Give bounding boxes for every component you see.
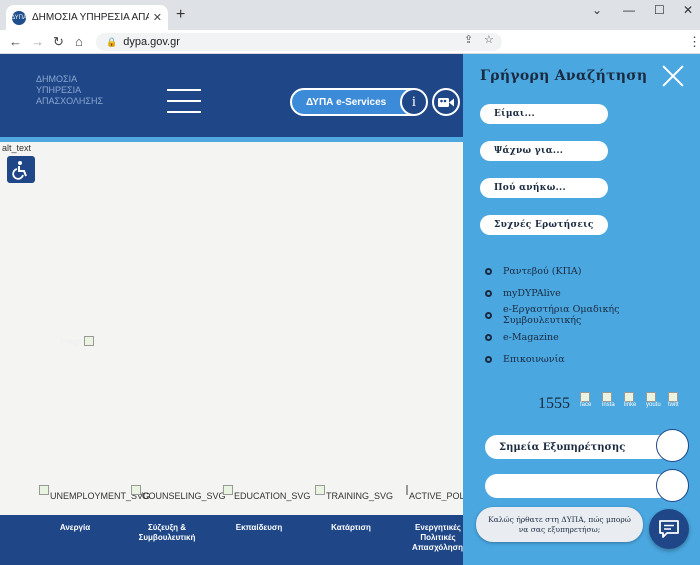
nav-training[interactable]: Κατάρτιση	[316, 523, 386, 533]
broken-image-alt: image	[60, 336, 82, 346]
bullet-icon	[485, 289, 492, 297]
hero-image: alt_text	[2, 143, 32, 153]
new-tab-icon[interactable]: +	[176, 6, 185, 24]
instagram-icon[interactable]: insta	[602, 392, 620, 412]
reload-icon[interactable]: ↻	[53, 34, 64, 50]
phone-number: 1555	[538, 395, 570, 412]
pill-looking-for[interactable]: Ψάχνω για...	[480, 141, 608, 161]
menu-hamburger-icon[interactable]	[167, 89, 201, 117]
bullet-icon	[485, 311, 492, 319]
broken-image-icon	[315, 485, 325, 495]
browser-menu-icon[interactable]: ⋮	[688, 34, 700, 50]
panel-title: Γρήγορη Αναζήτηση	[480, 68, 648, 84]
link-e-magazine[interactable]: e-Magazine	[485, 327, 700, 349]
youtube-icon[interactable]: youtu	[646, 392, 664, 412]
browser-tab[interactable]: ΔΥΠΑ ΔΗΜΟΣΙΑ ΥΠΗΡΕΣΙΑ ΑΠΑΣΧΟΛΗΣΗΣ ✕	[6, 5, 168, 30]
quick-search-input[interactable]	[485, 474, 671, 498]
home-icon[interactable]: ⌂	[75, 34, 83, 49]
header-stripe	[0, 137, 463, 142]
chat-greeting-bubble[interactable]: Καλώς ήρθατε στη ΔΥΠΑ, πώς μπορώ να σας …	[476, 507, 643, 542]
category-education[interactable]: EDUCATION_SVG	[223, 485, 310, 501]
info-icon[interactable]: i	[400, 88, 428, 116]
category-nav: Ανεργία Σύζευξη & Συμβουλευτική Εκπαίδευ…	[0, 515, 464, 565]
nav-counseling[interactable]: Σύζευξη & Συμβουλευτική	[132, 523, 202, 543]
close-tab-icon[interactable]: ✕	[153, 11, 162, 24]
category-counseling[interactable]: COUNSELING_SVG	[131, 485, 226, 501]
video-camera-icon[interactable]	[432, 88, 460, 116]
twitter-icon[interactable]: twitt	[668, 392, 686, 412]
close-window-icon[interactable]: ✕	[683, 3, 693, 17]
site-favicon-icon: ΔΥΠΑ	[11, 10, 27, 25]
facebook-icon[interactable]: face	[580, 392, 598, 412]
browser-tab-bar: ΔΥΠΑ ΔΗΜΟΣΙΑ ΥΠΗΡΕΣΙΑ ΑΠΑΣΧΟΛΗΣΗΣ ✕ + ⌄ …	[0, 0, 700, 30]
broken-image-icon	[39, 485, 49, 495]
minimize-icon[interactable]: —	[623, 3, 635, 17]
tab-title: ΔΗΜΟΣΙΑ ΥΠΗΡΕΣΙΑ ΑΠΑΣΧΟΛΗΣΗΣ	[32, 12, 149, 23]
quick-links: Ραντεβού (ΚΠΑ) myDYPAlive e-Εργαστήρια Ο…	[485, 260, 700, 371]
linkedin-icon[interactable]: linke	[624, 392, 642, 412]
back-icon[interactable]: ←	[9, 34, 22, 49]
accessibility-wheelchair-icon[interactable]	[7, 156, 35, 183]
link-appointment[interactable]: Ραντεβού (ΚΠΑ)	[485, 260, 700, 282]
lock-icon: 🔒	[106, 36, 118, 47]
link-contact[interactable]: Επικοινωνία	[485, 349, 700, 371]
share-icon[interactable]: ⇪	[464, 33, 473, 46]
category-active-policies[interactable]: ACTIVE_POL	[406, 485, 463, 501]
chat-icon[interactable]	[649, 509, 689, 549]
nav-active-policies[interactable]: Ενεργητικές Πολιτικές Απασχόλησης	[412, 523, 464, 553]
pill-where-i-belong[interactable]: Πού ανήκω...	[480, 178, 608, 198]
site-logo[interactable]: ΔΗΜΟΣΙΑ ΥΠΗΡΕΣΙΑ ΑΠΑΣΧΟΛΗΣΗΣ	[36, 74, 110, 114]
link-e-workshops[interactable]: e-Εργαστήρια Ομαδικής Συμβουλευτικής	[485, 304, 700, 326]
pill-faq[interactable]: Συχνές Ερωτήσεις	[480, 215, 608, 235]
bookmark-star-icon[interactable]: ☆	[484, 33, 494, 46]
broken-image-icon	[223, 485, 233, 495]
tab-search-icon[interactable]: ⌄	[592, 3, 602, 17]
nav-education[interactable]: Εκπαίδευση	[228, 523, 290, 533]
search-submit-button[interactable]	[656, 469, 689, 502]
category-training[interactable]: TRAINING_SVG	[315, 485, 393, 501]
nav-unemployment[interactable]: Ανεργία	[48, 523, 102, 533]
bullet-icon	[485, 356, 492, 364]
service-points-button[interactable]: Σημεία Εξυπηρέτησης	[485, 435, 671, 459]
close-icon[interactable]	[661, 64, 685, 88]
link-mydypalive[interactable]: myDYPAlive	[485, 282, 700, 304]
browser-toolbar: ← → ↻ ⌂ 🔒 dypa.gov.gr ⇪ ☆ ⋮	[0, 30, 700, 54]
broken-image-icon	[131, 485, 141, 495]
forward-icon[interactable]: →	[31, 34, 44, 49]
maximize-icon[interactable]: ☐	[654, 3, 665, 17]
bullet-icon	[485, 334, 492, 342]
address-bar[interactable]: 🔒 dypa.gov.gr ⇪ ☆	[96, 33, 502, 51]
quick-search-panel: Γρήγορη Αναζήτηση Είμαι... Ψάχνω για... …	[463, 54, 700, 565]
broken-image: image	[60, 336, 94, 346]
url-text: dypa.gov.gr	[123, 36, 180, 48]
broken-image-icon	[83, 336, 94, 346]
service-points-circle-button[interactable]	[656, 429, 689, 462]
broken-image-icon	[406, 485, 408, 495]
bullet-icon	[485, 267, 492, 275]
pill-i-am[interactable]: Είμαι...	[480, 104, 608, 124]
